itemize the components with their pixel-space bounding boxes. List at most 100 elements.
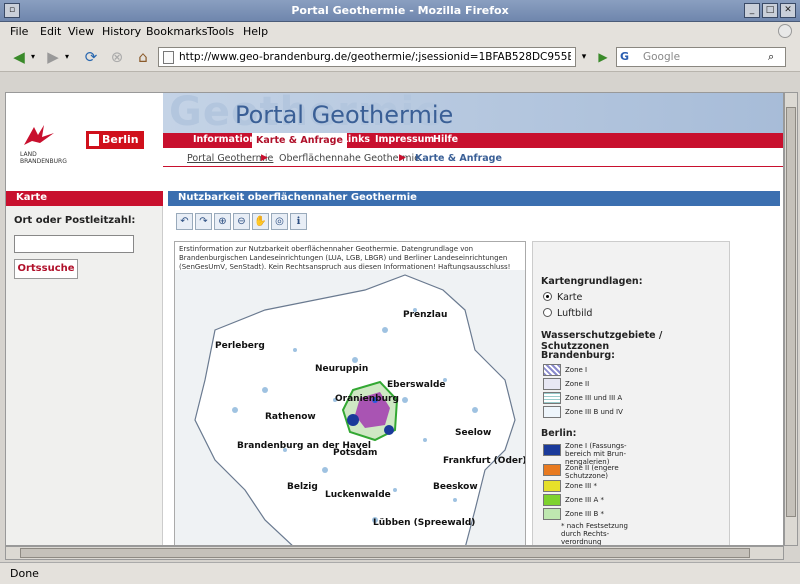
swatch-be-zone3 [543,480,561,492]
map-canvas[interactable]: Prenzlau Perleberg Neuruppin Eberswalde … [175,270,526,545]
legend-bb-zone2: Zone II [565,380,590,388]
map-forward-icon[interactable]: ↷ [195,213,212,230]
nav-links[interactable]: Links [342,134,370,145]
page-title: Portal Geothermie [235,101,454,129]
nav-hilfe[interactable]: Hilfe [433,134,458,145]
pan-icon[interactable]: ✋ [252,213,269,230]
map-label-frankfurt: Frankfurt (Oder) [443,456,526,466]
berlin-logo-text: Berlin [102,133,139,146]
back-icon[interactable]: ◀ [8,48,30,66]
map-label-perleberg: Perleberg [215,341,265,351]
maximize-button[interactable]: □ [762,3,778,18]
berlin-logo[interactable]: Berlin [86,131,144,149]
ort-label: Ort oder Postleitzahl: [14,215,136,226]
nav-karte-anfrage[interactable]: Karte & Anfrage [252,133,347,148]
menu-view[interactable]: View [68,25,94,38]
nav-information[interactable]: Information [193,134,256,145]
menu-file[interactable]: File [10,25,28,38]
menu-history[interactable]: History [102,25,141,38]
ort-input[interactable] [14,235,134,253]
radio-karte[interactable]: Karte [543,292,582,303]
status-text: Done [10,567,39,580]
breadcrumb: Portal Geothermie ▶ Oberflächennahe Geot… [163,151,783,167]
radio-dot-icon [543,292,552,301]
map-label-eberswalde: Eberswalde [387,380,446,390]
horizontal-scrollbar[interactable] [5,546,784,560]
map-frame: Erstinformation zur Nutzbarkeit oberfläc… [174,241,526,545]
menu-tools[interactable]: Tools [207,25,234,38]
map-info-text: Erstinformation zur Nutzbarkeit oberfläc… [179,245,511,271]
radio-karte-label: Karte [557,292,583,303]
legend-be-zone3: Zone III * [565,482,597,490]
menu-bookmarks[interactable]: Bookmarks [146,25,207,38]
minimize-button[interactable]: _ [744,3,760,18]
swatch-be-zone1 [543,444,561,456]
menu-help[interactable]: Help [243,25,268,38]
zoom-in-icon[interactable]: ⊕ [214,213,231,230]
swatch-bb-zone4 [543,406,561,418]
forward-icon[interactable]: ▶ [42,48,64,66]
menubar: File Edit View History Bookmarks Tools H… [0,22,800,42]
map-toolbar: ↶ ↷ ⊕ ⊖ ✋ ◎ ℹ [176,213,316,233]
page-icon [163,51,174,64]
legend-brandenburg: Brandenburg: [541,350,615,361]
bear-icon [89,134,99,146]
info-icon[interactable]: ℹ [290,213,307,230]
legend-berlin: Berlin: [541,428,577,439]
ortssuche-button[interactable]: Ortssuche [14,259,78,279]
brandenburg-map [194,274,516,545]
left-section-header: Karte [6,191,163,206]
menu-edit[interactable]: Edit [40,25,61,38]
zoom-full-icon[interactable]: ◎ [271,213,288,230]
site-header: Geothermie Portal Geothermie [163,93,783,135]
close-button[interactable]: ✕ [780,3,796,18]
go-icon[interactable]: ▶ [592,48,614,66]
navigation-toolbar: ◀ ▾ ▶ ▾ ⟳ ⊗ ⌂ http://www.geo-brandenburg… [0,42,800,72]
vertical-scrollbar[interactable] [784,92,798,546]
legend-wsg: Wasserschutzgebiete / Schutzzonen [541,330,663,352]
swatch-bb-zone1 [543,364,561,376]
search-placeholder: Google [643,51,681,63]
map-legend: Kartengrundlagen: Karte Luftbild Wassers… [532,241,730,545]
url-text: http://www.geo-brandenburg.de/geothermie… [179,51,571,63]
legend-be-zone3b: Zone III B * [565,510,604,518]
map-label-neuruppin: Neuruppin [315,364,369,374]
vertical-scroll-thumb[interactable] [786,107,796,517]
google-engine-icon[interactable]: G [620,50,636,64]
reload-icon[interactable]: ⟳ [80,48,102,66]
status-bar: Done [0,562,800,584]
search-box[interactable]: G Google ⌕ [616,47,786,67]
left-column: LAND BRANDENBURG Berlin Karte Ort oder P… [6,93,163,545]
top-navigation: Information Karte & Anfrage Links Impres… [163,133,783,148]
map-label-luebben: Lübben (Spreewald) [373,518,476,528]
stop-icon[interactable]: ⊗ [106,48,128,66]
map-back-icon[interactable]: ↶ [176,213,193,230]
legend-kartengrundlagen: Kartengrundlagen: [541,276,643,287]
home-icon[interactable]: ⌂ [132,48,154,66]
crumb-karte-anfrage: Karte & Anfrage [415,153,502,164]
brandenburg-logo[interactable]: LAND BRANDENBURG [20,121,80,165]
crumb-arrow-icon: ▶ [399,153,406,163]
url-bar[interactable]: http://www.geo-brandenburg.de/geothermie… [158,47,576,67]
back-dropdown-icon[interactable]: ▾ [28,48,38,66]
window-titlebar: ▫ Portal Geothermie - Mozilla Firefox _ … [0,0,800,22]
nav-impressum[interactable]: Impressum [375,134,434,145]
window-title: Portal Geothermie - Mozilla Firefox [291,4,509,17]
radio-luftbild-label: Luftbild [557,308,593,319]
map-label-potsdam: Potsdam [333,448,378,458]
legend-bb-zone3: Zone III und III A [565,394,623,402]
page-content: LAND BRANDENBURG Berlin Karte Ort oder P… [5,92,784,546]
map-label-rathenow: Rathenow [265,412,316,422]
search-icon[interactable]: ⌕ [768,50,783,64]
legend-bb-zone1: Zone I [565,366,588,374]
horizontal-scroll-thumb[interactable] [20,548,750,558]
map-label-seelow: Seelow [455,428,492,438]
legend-be-zone3a: Zone III A * [565,496,604,504]
forward-dropdown-icon[interactable]: ▾ [62,48,72,66]
legend-be-zone2: Zone II (engere Schutzzone) [565,464,619,480]
throbber-icon [778,24,792,38]
brandenburg-logo-text: LAND BRANDENBURG [20,151,67,165]
zoom-out-icon[interactable]: ⊖ [233,213,250,230]
url-dropdown-icon[interactable]: ▾ [578,48,590,66]
radio-luftbild[interactable]: Luftbild [543,308,592,319]
